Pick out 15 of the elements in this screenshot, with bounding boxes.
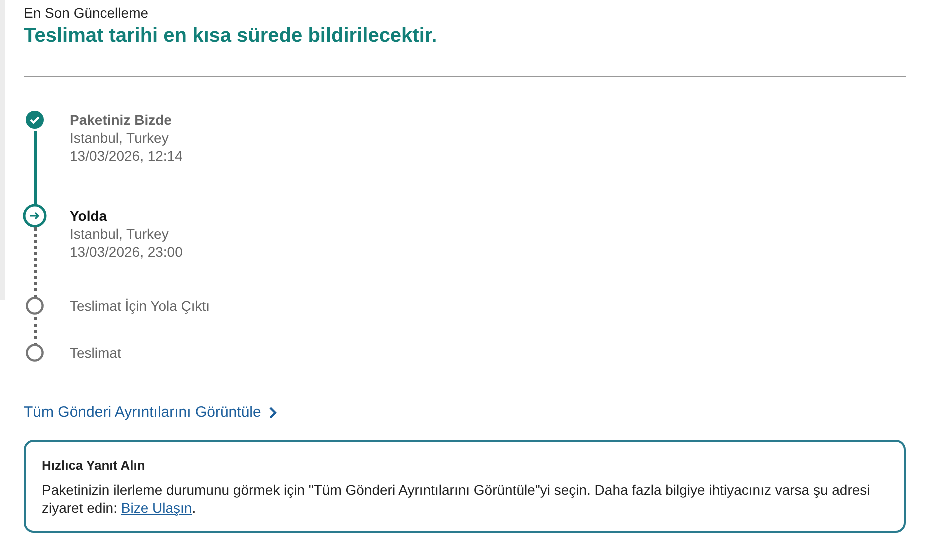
chevron-right-icon <box>269 406 278 418</box>
info-title: Hızlıca Yanıt Alın <box>42 458 146 473</box>
step-title: Paketiniz Bizde <box>70 111 173 129</box>
step-title: Teslimat <box>70 344 122 362</box>
update-label: En Son Güncelleme <box>24 5 150 21</box>
delivery-headline: Teslimat tarihi en kısa sürede bildirilecektir. <box>24 25 438 48</box>
contact-link[interactable]: Bize Ulaşın <box>121 500 192 516</box>
step-detail: Istanbul, Turkey <box>70 225 170 243</box>
step-title: Yolda <box>70 207 108 225</box>
details-link[interactable]: Tüm Gönderi Ayrıntılarını Görüntüle <box>24 404 278 421</box>
step-detail: 13/03/2026, 12:14 <box>70 147 184 165</box>
step-title: Teslimat İçin Yola Çıktı <box>70 297 212 315</box>
info-text: Paketinizin ilerleme durumunu görmek için "Tüm Gönderi Ayrıntılarını Görüntüle"yi seçin. Daha fazla bilgiye ihtiyacınız varsa şu adresi ziyaret edin: Bize Ulaşın. <box>42 481 872 517</box>
step-detail: 13/03/2026, 23:00 <box>70 243 184 261</box>
step-detail: Istanbul, Turkey <box>70 129 170 147</box>
